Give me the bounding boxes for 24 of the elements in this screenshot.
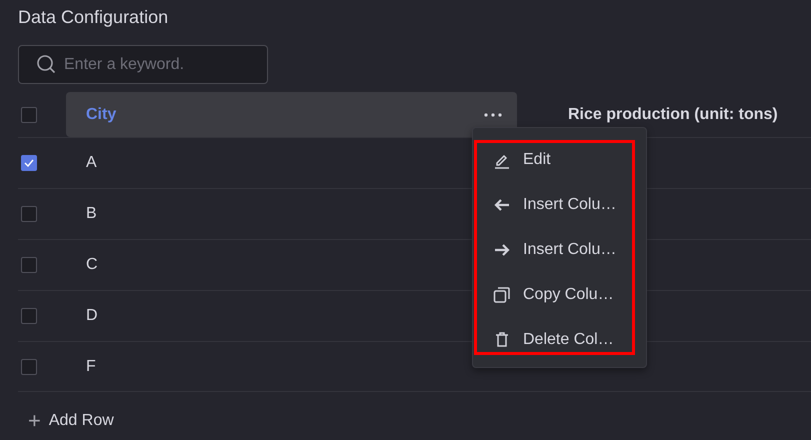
menu-item[interactable]: Delete Col…	[473, 317, 633, 362]
table-cell-text: A	[85, 154, 97, 172]
checkbox[interactable]	[21, 257, 37, 273]
checkbox[interactable]	[21, 358, 37, 374]
copy-icon	[493, 286, 511, 304]
column-header[interactable]: Rice production (unit: tons)	[568, 106, 778, 124]
menu-item[interactable]: Edit	[473, 137, 633, 182]
trash-icon	[493, 330, 511, 348]
check-icon	[24, 159, 34, 167]
search-field[interactable]: Enter a keyword.	[18, 45, 268, 84]
checkbox[interactable]	[21, 308, 37, 324]
checkbox[interactable]	[21, 106, 37, 122]
checkbox[interactable]	[21, 155, 37, 171]
table-cell-text: F	[85, 358, 96, 376]
panel-title: Data Configuration	[18, 6, 170, 29]
menu-item[interactable]: Copy Colu…	[473, 272, 633, 317]
table-cell-text: C	[85, 256, 98, 274]
add-row-button[interactable]: + Add Row	[28, 408, 114, 434]
menu-item[interactable]: Insert Colu…	[473, 182, 633, 227]
table-cell-text: B	[85, 205, 97, 223]
more-icon[interactable]	[483, 112, 503, 118]
table-cell-text: D	[85, 307, 98, 325]
checkbox[interactable]	[21, 206, 37, 222]
menu-item[interactable]: Insert Colu…	[473, 227, 633, 272]
